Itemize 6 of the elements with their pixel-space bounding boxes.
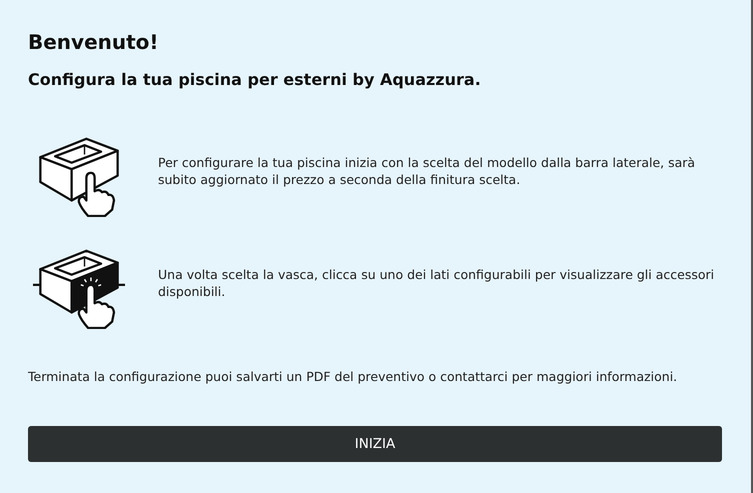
welcome-title: Benvenuto!: [28, 30, 160, 54]
subtitle: Configura la tua piscina per esterni by Aquazzura.: [28, 70, 482, 89]
note-text: Terminata la configurazione puoi salvarti un PDF del preventivo o contattarci per maggiori informazioni.: [28, 369, 678, 384]
instruction-text: Una volta scelta la vasca, clicca su uno dei lati configurabili per visualizzare gli accessori disponibili.: [158, 266, 716, 300]
start-button[interactable]: INIZIA: [28, 426, 722, 462]
instruction-text: Per configurare la tua piscina inizia con la scelta del modello dalla barra laterale, sarà subito aggiornato il prezzo a seconda della finitura scelta.: [158, 154, 696, 188]
